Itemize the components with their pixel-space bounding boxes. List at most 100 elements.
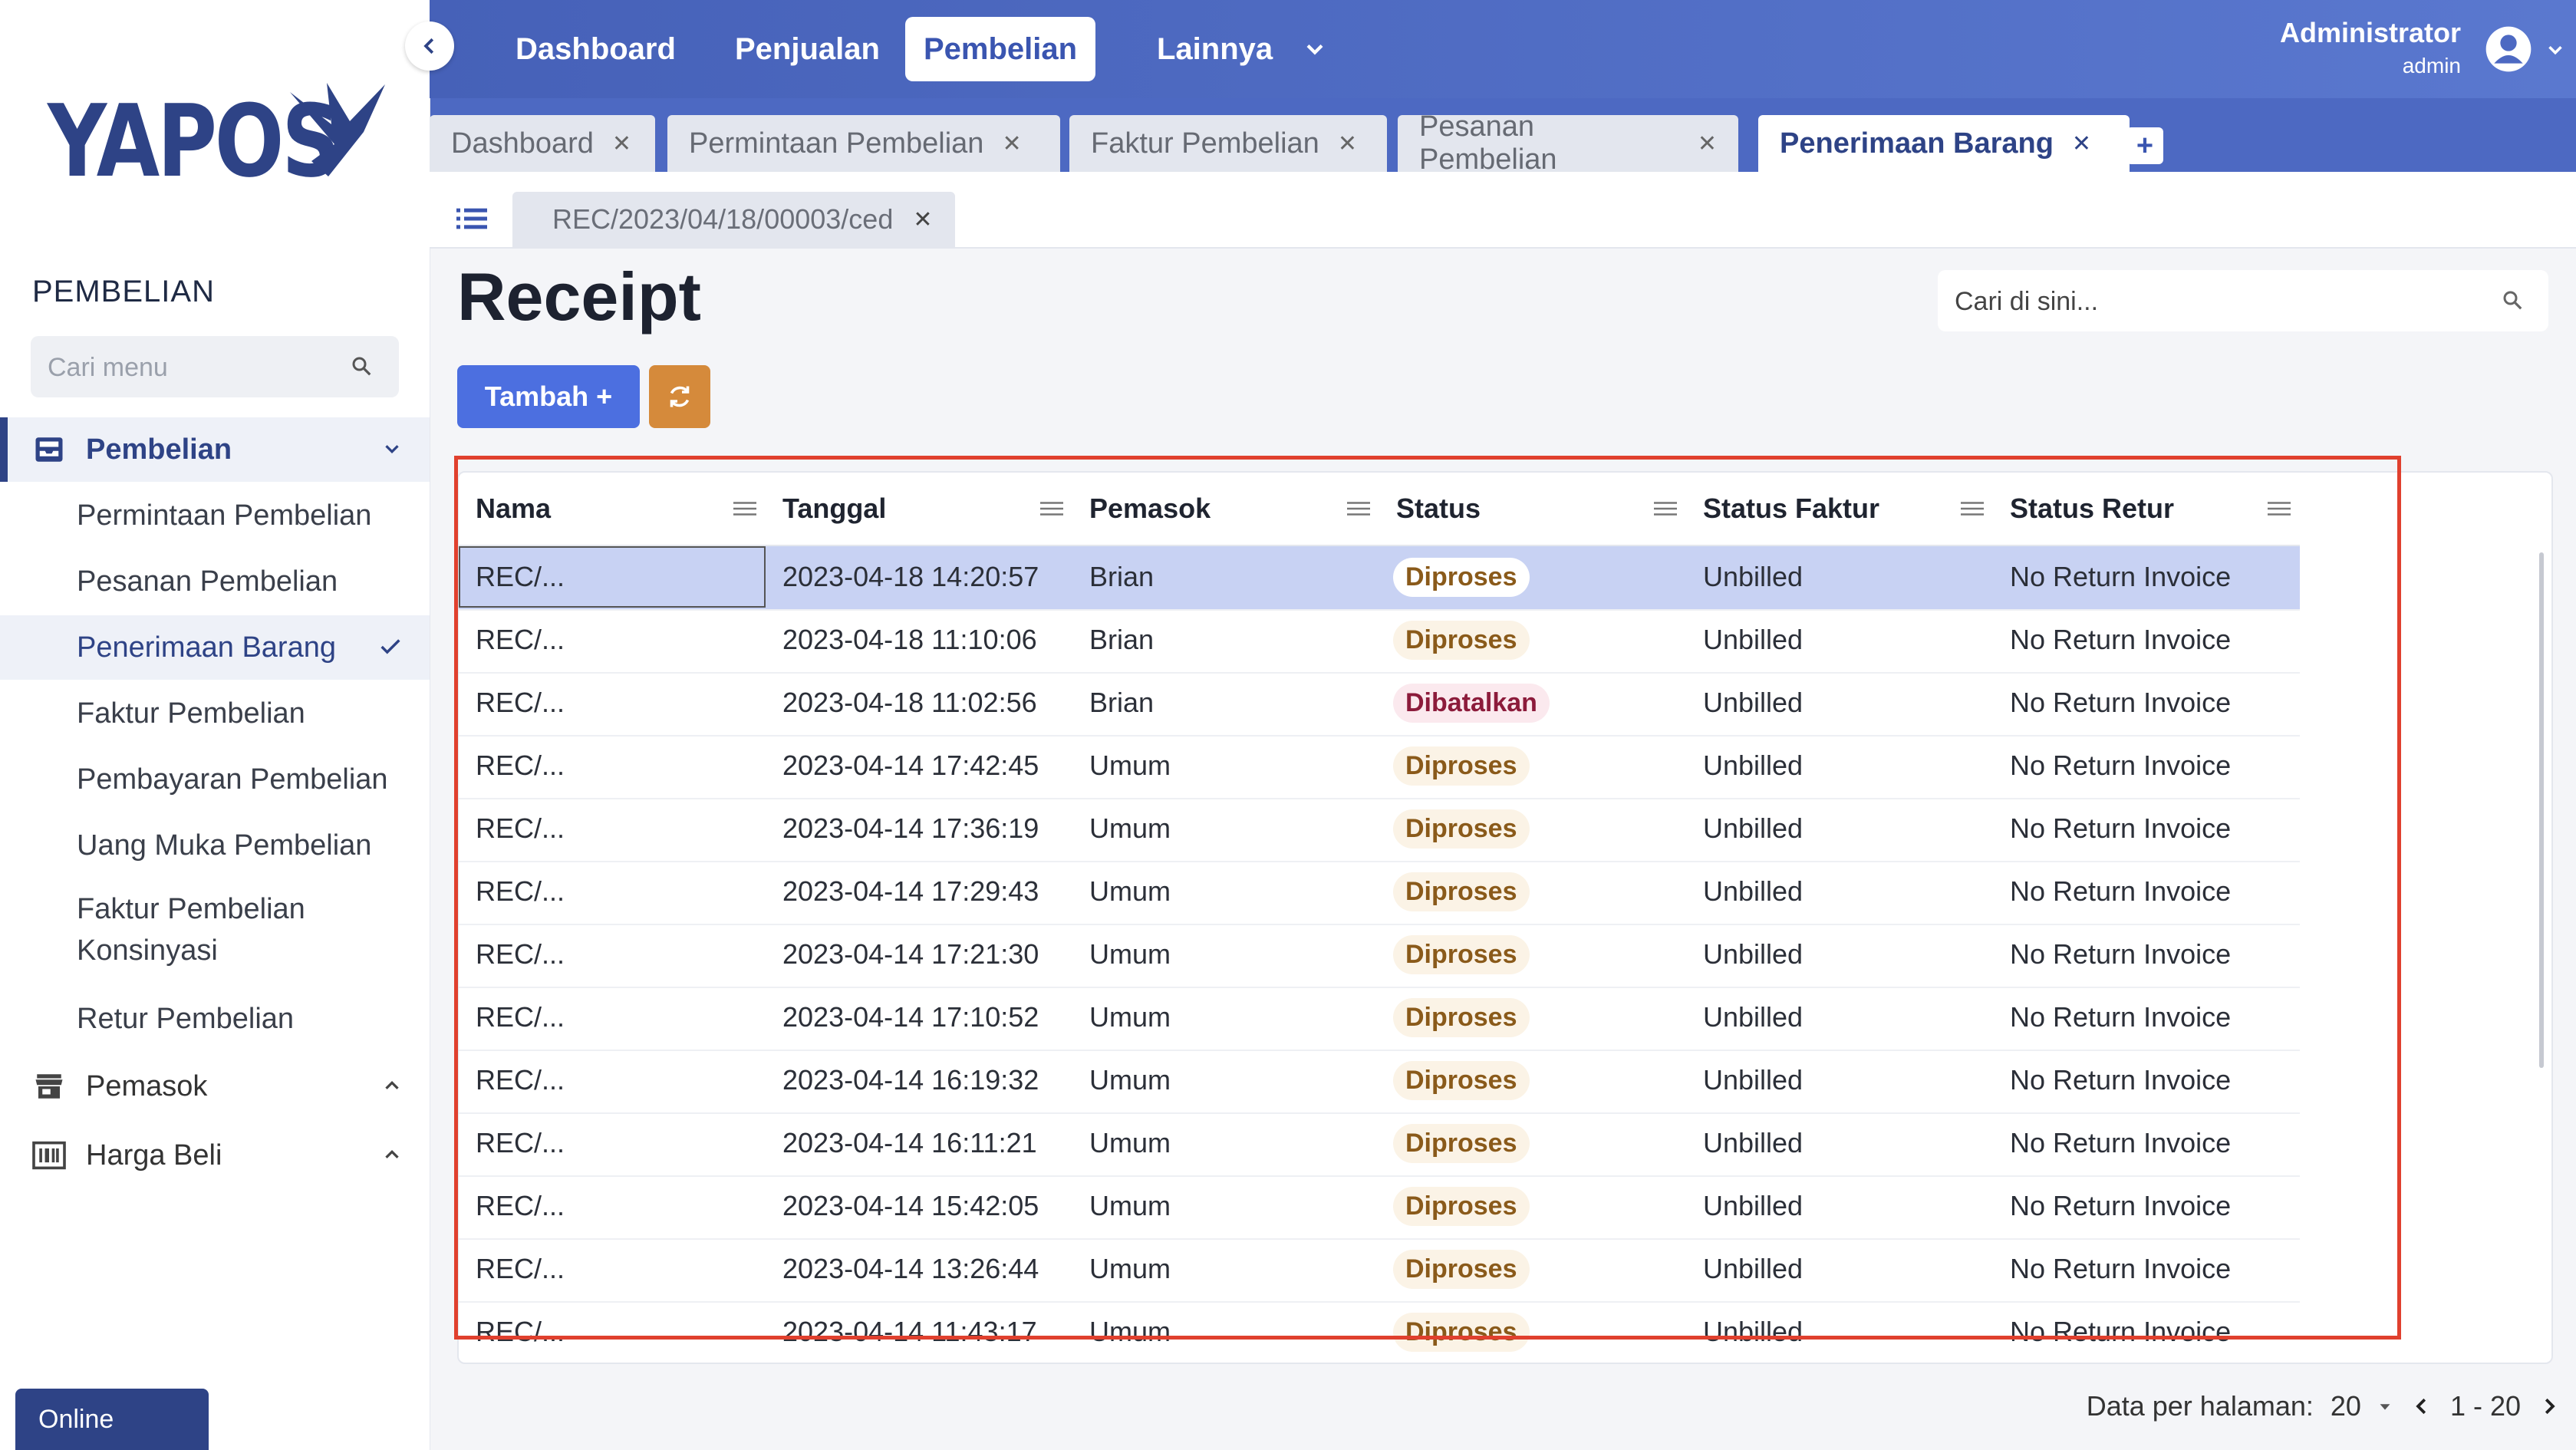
table-cell[interactable]: REC/... [476,924,565,985]
table-cell[interactable]: No Return Invoice [2010,546,2231,608]
table-cell[interactable]: Unbilled [1703,861,1803,922]
close-icon[interactable]: ✕ [1002,130,1021,157]
close-icon[interactable]: ✕ [1698,130,1717,157]
table-cell[interactable]: 2023-04-18 14:20:57 [782,546,1039,608]
close-icon[interactable]: ✕ [2072,130,2091,157]
page-search[interactable] [1938,270,2548,333]
table-cell[interactable]: Umum [1089,987,1171,1048]
record-tab[interactable]: REC/2023/04/18/00003/ced ✕ [512,192,956,247]
app-logo[interactable]: YAPOS [48,83,402,199]
search-icon[interactable] [350,354,373,377]
table-cell[interactable]: Unbilled [1703,798,1803,859]
table-cell[interactable]: Unbilled [1703,546,1803,608]
table-cell[interactable]: Diproses [1393,798,1530,859]
per-page-select[interactable]: 20 [2331,1390,2393,1422]
sidebar-item-penerimaan-barang[interactable]: Penerimaan Barang [0,615,430,680]
refresh-button[interactable] [649,365,710,428]
table-cell[interactable]: Brian [1089,609,1154,671]
close-icon[interactable]: ✕ [1338,130,1357,157]
doc-tab-dashboard[interactable]: Dashboard ✕ [430,115,655,172]
table-row[interactable]: REC/... 2023-04-18 11:10:06 Brian Diproses U… [459,609,2300,674]
table-cell[interactable]: Diproses [1393,924,1530,985]
column-header-pemasok[interactable]: Pemasok [1089,473,1370,545]
table-cell[interactable]: Unbilled [1703,672,1803,733]
table-row[interactable]: REC/... 2023-04-14 17:10:52 Umum Diproses Un… [459,987,2300,1051]
table-cell[interactable]: Unbilled [1703,1238,1803,1300]
table-cell[interactable]: 2023-04-14 16:19:32 [782,1050,1039,1111]
table-cell[interactable]: No Return Invoice [2010,1050,2231,1111]
table-cell[interactable]: 2023-04-14 17:29:43 [782,861,1039,922]
table-cell[interactable]: Diproses [1393,1112,1530,1174]
table-row[interactable]: REC/... 2023-04-14 17:21:30 Umum Diproses Un… [459,924,2300,988]
nav-tab-penjualan[interactable]: Penjualan [716,17,898,81]
doc-tab-faktur-pembelian[interactable]: Faktur Pembelian ✕ [1069,115,1387,172]
close-icon[interactable]: ✕ [913,206,932,233]
table-row[interactable]: REC/... 2023-04-18 11:02:56 Brian Dibatalka… [459,672,2300,737]
table-cell[interactable]: Diproses [1393,1301,1530,1363]
column-header-status[interactable]: Status [1396,473,1677,545]
sidebar-item-retur-pembelian[interactable]: Retur Pembelian [0,987,430,1051]
table-cell[interactable]: No Return Invoice [2010,1175,2231,1237]
table-cell[interactable]: 2023-04-14 13:26:44 [782,1238,1039,1300]
column-menu-icon[interactable] [1347,500,1370,517]
sidebar-group-pembelian[interactable]: Pembelian [0,417,430,482]
table-cell[interactable]: Umum [1089,1238,1171,1300]
sidebar-item-faktur-pembelian[interactable]: Faktur Pembelian [0,681,430,746]
table-cell[interactable]: REC/... [476,1238,565,1300]
table-cell[interactable]: Unbilled [1703,987,1803,1048]
table-row[interactable]: REC/... 2023-04-14 17:29:43 Umum Diproses Un… [459,861,2300,925]
table-cell[interactable]: REC/... [476,1301,565,1363]
sidebar-item-uang-muka-pembelian[interactable]: Uang Muka Pembelian [0,813,430,878]
table-cell[interactable]: No Return Invoice [2010,987,2231,1048]
table-cell[interactable]: REC/... [476,1112,565,1174]
menu-search[interactable] [31,336,399,399]
table-cell[interactable]: 2023-04-14 17:36:19 [782,798,1039,859]
nav-tab-dashboard[interactable]: Dashboard [497,17,694,81]
table-cell[interactable]: 2023-04-14 17:42:45 [782,735,1039,796]
add-button[interactable]: Tambah + [457,365,640,428]
chevron-down-icon[interactable] [1301,35,1329,63]
table-row[interactable]: REC/... 2023-04-18 14:20:57 Brian Diproses U… [459,546,2300,611]
table-cell[interactable]: Unbilled [1703,1301,1803,1363]
table-cell[interactable]: No Return Invoice [2010,672,2231,733]
table-cell[interactable]: 2023-04-18 11:02:56 [782,672,1037,733]
table-cell[interactable]: 2023-04-18 11:10:06 [782,609,1037,671]
table-cell[interactable]: REC/... [476,987,565,1048]
table-row[interactable]: REC/... 2023-04-14 17:42:45 Umum Diproses Un… [459,735,2300,799]
table-cell[interactable]: REC/... [476,861,565,922]
sidebar-item-pesanan-pembelian[interactable]: Pesanan Pembelian [0,549,430,614]
table-cell[interactable]: No Return Invoice [2010,1301,2231,1363]
chevron-right-icon[interactable] [2538,1395,2561,1418]
table-cell[interactable]: REC/... [476,546,565,608]
table-cell[interactable]: Umum [1089,1301,1171,1363]
table-row[interactable]: REC/... 2023-04-14 17:36:19 Umum Diproses Un… [459,798,2300,862]
table-row[interactable]: REC/... 2023-04-14 16:19:32 Umum Diproses Un… [459,1050,2300,1114]
table-cell[interactable]: REC/... [476,1050,565,1111]
table-row[interactable]: REC/... 2023-04-14 11:43:17 Umum Diproses Un… [459,1301,2300,1363]
column-header-status-faktur[interactable]: Status Faktur [1703,473,1984,545]
table-cell[interactable]: Diproses [1393,735,1530,796]
table-cell[interactable]: Unbilled [1703,924,1803,985]
table-cell[interactable]: No Return Invoice [2010,1238,2231,1300]
chevron-left-icon[interactable] [2410,1395,2433,1418]
table-cell[interactable]: No Return Invoice [2010,1112,2231,1174]
search-input[interactable] [1953,270,2478,333]
table-cell[interactable]: Unbilled [1703,1050,1803,1111]
table-row[interactable]: REC/... 2023-04-14 13:26:44 Umum Diproses Un… [459,1238,2300,1303]
doc-tab-permintaan-pembelian[interactable]: Permintaan Pembelian ✕ [667,115,1060,172]
table-cell[interactable]: No Return Invoice [2010,924,2231,985]
sidebar-group-pemasok[interactable]: Pemasok [0,1054,430,1119]
sidebar-item-pembayaran-pembelian[interactable]: Pembayaran Pembelian [0,747,430,812]
add-tab-button[interactable]: + [2126,127,2163,164]
table-cell[interactable]: Umum [1089,735,1171,796]
collapse-sidebar-button[interactable] [405,21,454,71]
table-cell[interactable]: Umum [1089,1112,1171,1174]
table-cell[interactable]: Unbilled [1703,1112,1803,1174]
table-cell[interactable]: 2023-04-14 15:42:05 [782,1175,1039,1237]
nav-tab-pembelian[interactable]: Pembelian [905,17,1096,81]
sidebar-item-faktur-pembelian-konsinyasi[interactable]: Faktur Pembelian Konsinyasi [0,882,353,967]
table-cell[interactable]: Umum [1089,798,1171,859]
table-cell[interactable]: Diproses [1393,1050,1530,1111]
table-cell[interactable]: Brian [1089,546,1154,608]
table-cell[interactable]: No Return Invoice [2010,861,2231,922]
